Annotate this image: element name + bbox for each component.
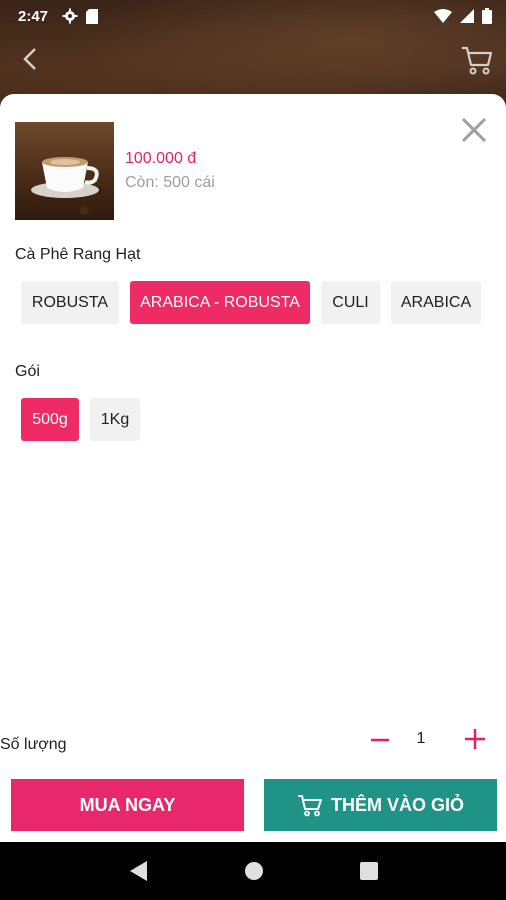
back-arrow-icon[interactable] (16, 44, 46, 74)
variant-sheet: 100.000 đ Còn: 500 cái Cà Phê Rang Hạt R… (0, 94, 506, 842)
group-title-package: Gói (15, 363, 40, 380)
product-price: 100.000 đ (125, 150, 197, 167)
add-to-cart-button[interactable]: THÊM VÀO GIỎ (264, 779, 497, 831)
close-icon[interactable] (460, 116, 488, 144)
nav-recents-icon[interactable] (360, 862, 378, 880)
buy-now-button[interactable]: MUA NGAY (11, 779, 244, 831)
plus-icon[interactable] (462, 726, 488, 752)
settings-icon (62, 8, 78, 24)
status-time: 2:47 (18, 7, 49, 25)
option-1kg[interactable]: 1Kg (90, 398, 140, 441)
option-culi[interactable]: CULI (321, 281, 380, 324)
option-arabica-robusta[interactable]: ARABICA - ROBUSTA (130, 281, 310, 324)
buy-now-label: MUA NGAY (79, 794, 176, 815)
product-image (15, 122, 114, 220)
option-500g[interactable]: 500g (21, 398, 79, 441)
signal-icon (460, 9, 474, 23)
nav-back-icon[interactable] (128, 860, 148, 882)
wifi-icon (434, 9, 452, 23)
system-nav-bar (0, 842, 506, 900)
cart-icon (297, 795, 322, 817)
cart-icon[interactable] (460, 44, 494, 76)
nav-home-icon[interactable] (244, 861, 264, 881)
coffee-cup-icon (31, 157, 99, 198)
status-bar: 2:47 (0, 0, 506, 32)
battery-icon (482, 8, 492, 24)
stock-count: Còn: 500 cái (125, 174, 215, 191)
quantity-value: 1 (416, 730, 426, 747)
group-title-roast: Cà Phê Rang Hạt (15, 246, 141, 263)
add-to-cart-label: THÊM VÀO GIỎ (330, 794, 464, 815)
sd-card-icon (86, 8, 99, 24)
minus-icon[interactable] (368, 728, 392, 752)
option-arabica[interactable]: ARABICA (391, 281, 481, 324)
quantity-label: Số lượng (0, 736, 67, 753)
option-robusta[interactable]: ROBUSTA (21, 281, 119, 324)
